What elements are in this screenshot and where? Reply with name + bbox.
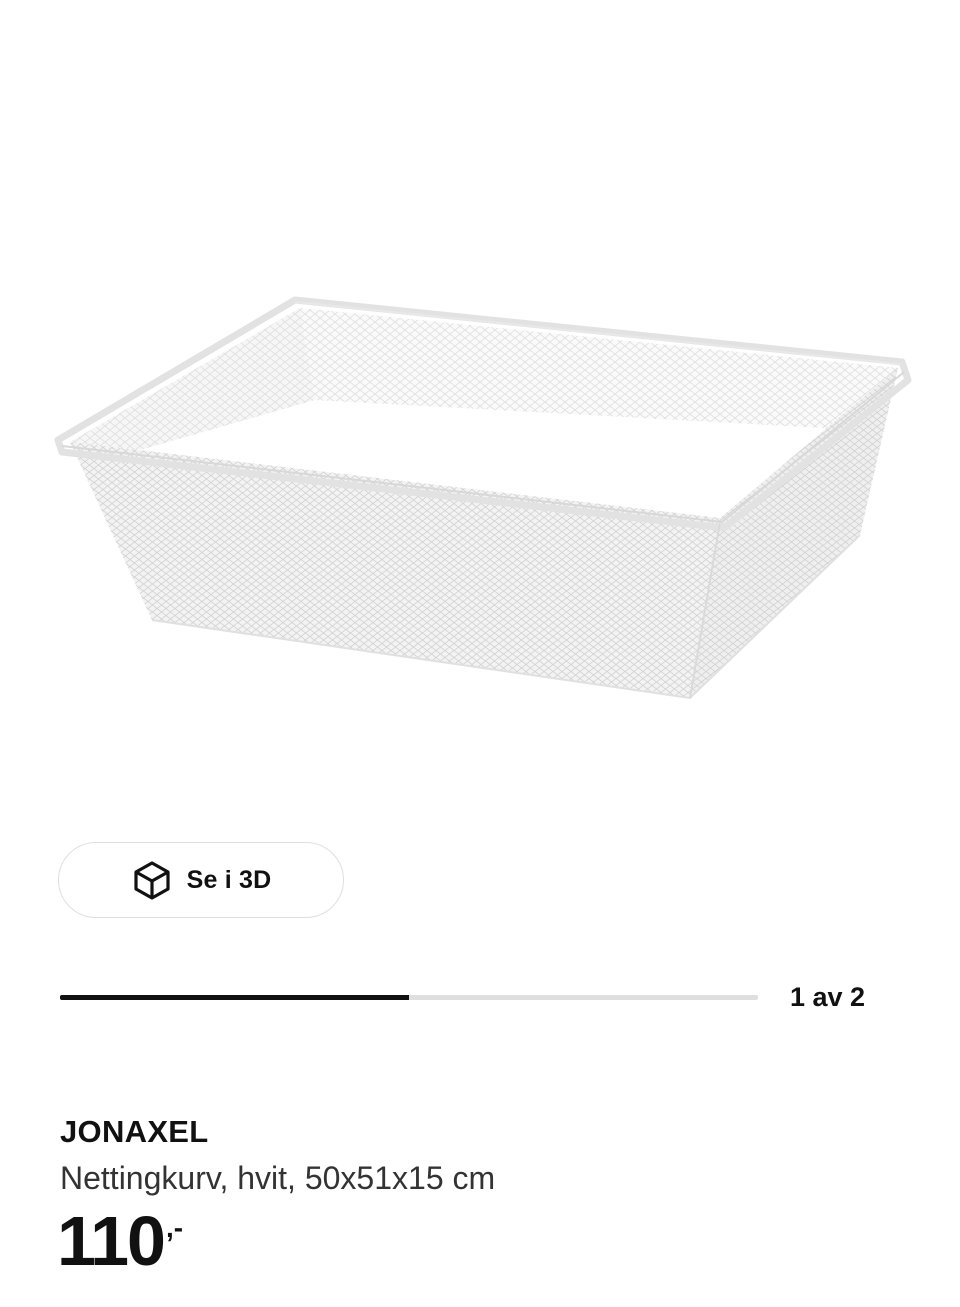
gallery-progress-bar[interactable] [60,995,758,1000]
product-description: Nettingkurv, hvit, 50x51x15 cm [60,1160,496,1196]
gallery-counter: 1 av 2 [790,982,866,1012]
cube-icon [134,861,170,900]
view-3d-button[interactable]: Se i 3D [58,842,344,918]
product-price: 110 ,- [57,1206,183,1276]
price-amount: 110 [57,1202,166,1280]
product-image[interactable] [40,290,920,710]
product-name[interactable]: JONAXEL [60,1114,209,1150]
gallery-progress-fill [60,995,409,1000]
price-suffix: ,- [165,1212,184,1243]
view-3d-label: Se i 3D [186,865,272,894]
